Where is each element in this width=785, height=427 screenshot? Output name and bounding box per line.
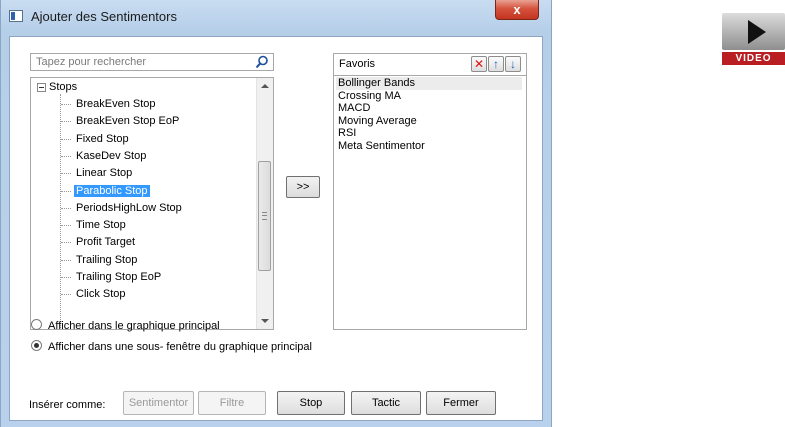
tree-item[interactable]: PeriodsHighLow Stop <box>61 201 184 215</box>
collapse-icon[interactable] <box>37 82 46 92</box>
tree-item-label: BreakEven Stop EoP <box>76 115 180 128</box>
grip-icon <box>262 212 267 220</box>
favorite-item[interactable]: MACD <box>336 102 522 115</box>
video-label: VIDEO <box>722 52 785 65</box>
tree-item[interactable]: BreakEven Stop EoP <box>61 114 181 128</box>
scroll-thumb[interactable] <box>258 161 271 271</box>
title-bar[interactable]: Ajouter des Sentimentors x <box>1 0 551 36</box>
favorites-header: Favoris ✕ ↑ ↓ <box>334 54 526 76</box>
radio-label: Afficher dans le graphique principal <box>48 320 220 332</box>
tree-item-label: Linear Stop <box>76 167 133 180</box>
radio-label: Afficher dans une sous- fenêtre du graph… <box>48 341 312 353</box>
dialog-content: Stops BreakEven Stop BreakEven Stop EoP Fi… <box>9 36 543 421</box>
sentimentor-tree: Stops BreakEven Stop BreakEven Stop EoP Fi… <box>30 77 274 330</box>
move-down-button[interactable]: ↓ <box>505 56 521 72</box>
favorites-title: Favoris <box>339 58 376 70</box>
tree-node-stops[interactable]: Stops <box>37 80 77 94</box>
close-button[interactable]: Fermer <box>426 391 496 415</box>
stop-button[interactable]: Stop <box>277 391 345 415</box>
tree-item-label: Fixed Stop <box>76 132 129 145</box>
radio-button[interactable] <box>31 319 42 330</box>
delete-icon: ✕ <box>473 57 485 71</box>
search-icon[interactable] <box>255 55 269 69</box>
radio-main-chart[interactable]: Afficher dans le graphique principal <box>31 319 220 333</box>
dialog-window: Ajouter des Sentimentors x Stops BreakEv… <box>0 0 552 427</box>
favorite-item[interactable]: Meta Sentimentor <box>336 140 522 153</box>
search-input[interactable] <box>31 54 256 70</box>
search-box <box>30 53 274 71</box>
tree-item[interactable]: Time Stop <box>61 218 128 232</box>
play-icon[interactable] <box>722 13 785 50</box>
window-close-button[interactable]: x <box>495 0 539 20</box>
tree-item-label: Trailing Stop EoP <box>76 271 162 283</box>
tree-item[interactable]: Click Stop <box>61 287 128 301</box>
tree-node-label: Stops <box>49 81 78 93</box>
delete-favorite-button[interactable]: ✕ <box>471 56 487 72</box>
app-icon <box>9 10 23 22</box>
favorites-list: Bollinger Bands Crossing MA MACD Moving Ave… <box>336 77 522 152</box>
tree-item-label: Parabolic Stop <box>74 184 150 197</box>
arrow-up-icon: ↑ <box>493 57 499 71</box>
tree-item[interactable]: Linear Stop <box>61 166 134 180</box>
favorite-item[interactable]: Bollinger Bands <box>336 77 522 90</box>
tree-item[interactable]: Trailing Stop <box>61 253 139 267</box>
filter-button[interactable]: Filtre <box>198 391 266 415</box>
tree-item-label: KaseDev Stop <box>76 149 147 162</box>
tree-item[interactable]: Parabolic Stop <box>61 184 150 198</box>
tree-item[interactable]: KaseDev Stop <box>61 149 148 163</box>
scroll-down-icon[interactable] <box>261 319 269 323</box>
favorite-item[interactable]: Crossing MA <box>336 90 522 103</box>
window-title: Ajouter des Sentimentors <box>31 9 177 24</box>
sentimentor-button[interactable]: Sentimentor <box>123 391 194 415</box>
tree-item-label: Time Stop <box>76 219 126 232</box>
tree-item[interactable]: Trailing Stop EoP <box>61 270 163 284</box>
radio-sub-window[interactable]: Afficher dans une sous- fenêtre du graph… <box>31 340 312 354</box>
favorites-panel: Favoris ✕ ↑ ↓ Bollinger Bands Crossing MA… <box>333 53 527 330</box>
add-to-favorites-button[interactable]: >> <box>286 176 320 198</box>
tree-item[interactable]: Fixed Stop <box>61 132 131 146</box>
tree-item-label: Profit Target <box>76 236 136 249</box>
arrow-down-icon: ↓ <box>510 57 516 71</box>
tree-item-label: BreakEven Stop <box>76 98 156 110</box>
scroll-up-icon[interactable] <box>261 84 269 88</box>
tree-item-label: Trailing Stop <box>76 253 138 266</box>
video-badge[interactable]: VIDEO <box>722 13 785 66</box>
move-up-button[interactable]: ↑ <box>488 56 504 72</box>
tree-item[interactable]: Profit Target <box>61 235 137 249</box>
tree-item-label: Click Stop <box>76 288 126 301</box>
tree-item-label: PeriodsHighLow Stop <box>76 201 182 214</box>
insert-as-label: Insérer comme: <box>29 399 106 411</box>
favorite-item[interactable]: Moving Average <box>336 115 522 128</box>
tree-item[interactable]: BreakEven Stop <box>61 97 158 111</box>
radio-button[interactable] <box>31 340 42 351</box>
favorite-item[interactable]: RSI <box>336 127 522 140</box>
tree-scrollbar[interactable] <box>256 78 273 329</box>
tactic-button[interactable]: Tactic <box>351 391 421 415</box>
